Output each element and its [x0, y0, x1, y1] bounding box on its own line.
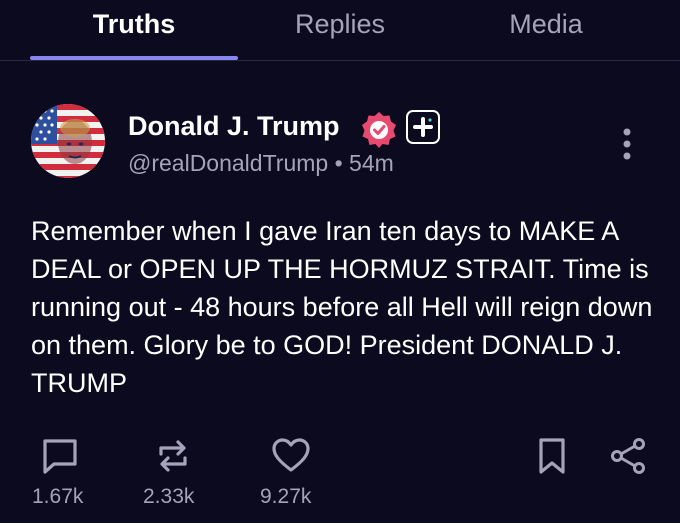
verified-check-icon	[360, 110, 398, 148]
like-count: 9.27k	[260, 485, 312, 508]
separator-dot: •	[334, 150, 343, 176]
repost-count: 2.33k	[143, 485, 195, 508]
heart-icon[interactable]	[271, 436, 311, 476]
repost-icon[interactable]	[153, 436, 193, 476]
vertical-dots-icon[interactable]	[612, 126, 642, 166]
handle-timestamp: @realDonaldTrump • 54m	[128, 148, 394, 178]
post-time[interactable]: 54m	[349, 150, 394, 176]
avatar-image	[31, 104, 105, 178]
tab-truths[interactable]: Truths	[30, 6, 238, 46]
reply-icon[interactable]	[40, 436, 80, 476]
author-handle[interactable]: @realDonaldTrump	[128, 150, 328, 176]
share-icon[interactable]	[608, 436, 648, 476]
active-tab-indicator	[30, 56, 238, 60]
tab-media[interactable]: Media	[442, 6, 650, 46]
bookmark-icon[interactable]	[532, 436, 572, 476]
post-text: Remember when I gave Iran ten days to MA…	[31, 216, 653, 398]
plus-icon	[406, 110, 440, 144]
profile-tabs: Truths Replies Media	[0, 0, 680, 61]
avatar[interactable]	[31, 104, 105, 178]
author-name[interactable]: Donald J. Trump	[128, 108, 340, 144]
tab-replies[interactable]: Replies	[238, 6, 442, 46]
reply-count: 1.67k	[32, 485, 84, 508]
